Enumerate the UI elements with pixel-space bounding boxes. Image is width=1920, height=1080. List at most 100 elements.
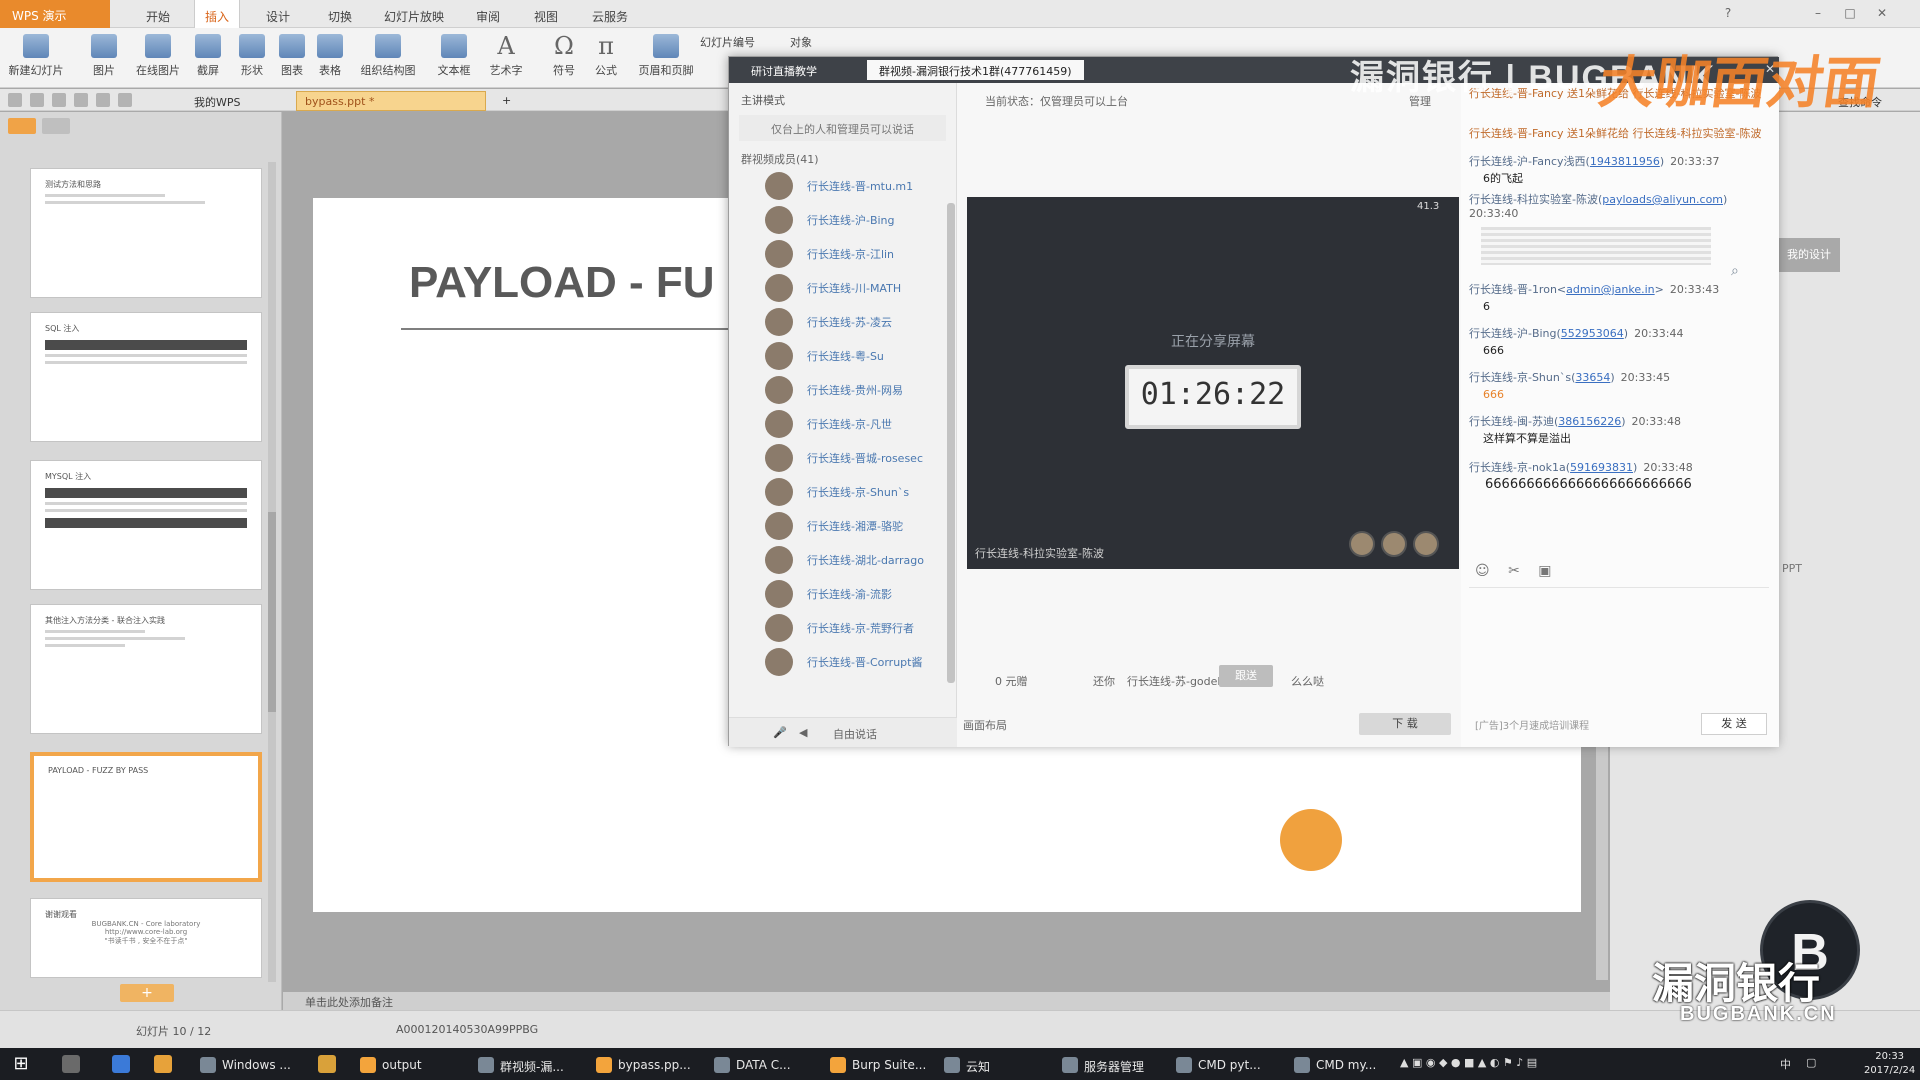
member-item[interactable]: 行长连线-晋-mtu.m1 bbox=[729, 169, 956, 203]
tab-review[interactable]: 审阅 bbox=[466, 0, 510, 28]
tab-insert[interactable]: 插入 bbox=[194, 0, 241, 28]
slide-thumb-3[interactable]: MYSQL 注入 bbox=[30, 460, 262, 590]
member-item[interactable]: 行长连线-京-荒野行者 bbox=[729, 611, 956, 645]
taskbar-item[interactable]: 群视频-漏... bbox=[474, 1052, 564, 1078]
chat-image[interactable] bbox=[1481, 227, 1711, 265]
member-item[interactable]: 行长连线-湘潭-骆驼 bbox=[729, 509, 956, 543]
tab-design[interactable]: 设计 bbox=[256, 0, 300, 28]
table-button[interactable]: 表格 bbox=[300, 32, 360, 84]
emoji-icon[interactable]: ☺ bbox=[1475, 563, 1490, 579]
member-item[interactable]: 行长连线-渝-流影 bbox=[729, 577, 956, 611]
taskbar-item[interactable]: output bbox=[356, 1052, 422, 1078]
slide-thumb-4[interactable]: 其他注入方法分类 - 联合注入实践 bbox=[30, 604, 262, 734]
task-view-icon[interactable] bbox=[62, 1055, 80, 1073]
taskbar-item[interactable]: 云知 bbox=[940, 1052, 990, 1078]
formula-button[interactable]: π 公式 bbox=[576, 32, 636, 84]
member-item[interactable]: 行长连线-苏-凌云 bbox=[729, 305, 956, 339]
save-icon[interactable] bbox=[8, 93, 22, 107]
slide-thumb-1[interactable]: 1 测试方法和思路 bbox=[30, 168, 262, 298]
avatar[interactable] bbox=[1413, 531, 1439, 557]
notification-icon[interactable]: ▢ bbox=[1806, 1056, 1816, 1069]
layout-dropdown[interactable]: 画面布局 bbox=[963, 717, 1007, 733]
doc-tab-bypass[interactable]: bypass.ppt * bbox=[296, 91, 486, 111]
windows-start-icon[interactable]: ⊞ bbox=[10, 1054, 32, 1076]
screen-share-video[interactable]: 41.3 正在分享屏幕 01:26:22 行长连线-科拉实验室-陈波 bbox=[967, 197, 1459, 569]
my-design-button[interactable]: 我的设计 bbox=[1778, 238, 1840, 272]
zoom-icon[interactable]: ⌕ bbox=[1731, 263, 1739, 279]
thumbnail-scroll-thumb[interactable] bbox=[268, 512, 276, 712]
member-item[interactable]: 行长连线-贵州-网易 bbox=[729, 373, 956, 407]
add-slide-button[interactable]: + bbox=[120, 984, 174, 1002]
undo-icon[interactable] bbox=[96, 93, 110, 107]
new-tab-icon[interactable]: + bbox=[494, 91, 519, 111]
app-icon[interactable] bbox=[318, 1055, 336, 1073]
textbox-button[interactable]: 文本框 bbox=[424, 32, 484, 84]
picture-button[interactable]: 图片 bbox=[74, 32, 134, 84]
browser-icon[interactable] bbox=[154, 1055, 172, 1073]
member-item[interactable]: 行长连线-湖北-darrago bbox=[729, 543, 956, 577]
follow-send-button[interactable]: 跟送 bbox=[1219, 665, 1273, 687]
wps-app-button[interactable]: WPS 演示 bbox=[0, 0, 110, 28]
tab-cloud[interactable]: 云服务 bbox=[582, 0, 638, 28]
taskbar-item-active[interactable]: bypass.pp... bbox=[592, 1052, 691, 1078]
message-input[interactable] bbox=[1469, 587, 1769, 657]
tab-slideshow[interactable]: 幻灯片放映 bbox=[374, 0, 454, 28]
taskbar-item[interactable]: CMD my... bbox=[1290, 1052, 1376, 1078]
slide-thumb-5-selected[interactable]: PAYLOAD - FUZZ BY PASS bbox=[30, 752, 262, 882]
slide-thumb-2[interactable]: SQL 注入 bbox=[30, 312, 262, 442]
ad-text[interactable]: [广告]3个月速成培训课程 bbox=[1475, 717, 1589, 732]
download-button[interactable]: 下 载 bbox=[1359, 713, 1451, 735]
member-item[interactable]: 行长连线-晋城-rosesec bbox=[729, 441, 956, 475]
doc-tab-mywps[interactable]: 我的WPS bbox=[186, 91, 249, 111]
open-icon[interactable] bbox=[30, 93, 44, 107]
taskbar-item[interactable]: CMD pyt... bbox=[1172, 1052, 1261, 1078]
member-item[interactable]: 行长连线-沪-Bing bbox=[729, 203, 956, 237]
speaker-icon[interactable]: ◀ bbox=[799, 726, 807, 739]
maximize-icon[interactable]: □ bbox=[1842, 6, 1858, 22]
help-icon[interactable]: ? bbox=[1720, 6, 1736, 22]
print-icon[interactable] bbox=[52, 93, 66, 107]
member-item[interactable]: 行长连线-粤-Su bbox=[729, 339, 956, 373]
tab-view[interactable]: 视图 bbox=[524, 0, 568, 28]
tab-home[interactable]: 开始 bbox=[136, 0, 180, 28]
ie-icon[interactable] bbox=[112, 1055, 130, 1073]
art-text-button[interactable]: A 艺术字 bbox=[476, 32, 536, 84]
member-item[interactable]: 行长连线-京-凡世 bbox=[729, 407, 956, 441]
image-icon[interactable]: ▣ bbox=[1538, 563, 1551, 579]
new-slide-button[interactable]: 新建幻灯片 bbox=[6, 32, 66, 84]
taskbar-item[interactable]: DATA C... bbox=[710, 1052, 791, 1078]
taskbar-item[interactable]: 服务器管理 bbox=[1058, 1052, 1144, 1078]
mode-dropdown[interactable]: 主讲模式 bbox=[729, 83, 956, 113]
notes-field[interactable]: 单击此处添加备注 bbox=[283, 992, 1610, 1010]
gift-count[interactable]: 0 元赠 bbox=[995, 673, 1028, 689]
member-list-scrollbar[interactable] bbox=[947, 203, 955, 683]
helper-select[interactable]: 么么哒 bbox=[1291, 673, 1324, 689]
preview-icon[interactable] bbox=[74, 93, 88, 107]
org-chart-button[interactable]: 组织结构图 bbox=[358, 32, 418, 84]
taskbar-item[interactable]: Windows ... bbox=[196, 1052, 291, 1078]
canvas-scrollbar[interactable] bbox=[1596, 740, 1608, 980]
input-method-icon[interactable]: 中 bbox=[1780, 1056, 1791, 1072]
header-footer-button[interactable]: 页眉和页脚 bbox=[636, 32, 696, 84]
member-item[interactable]: 行长连线-京-Shun`s bbox=[729, 475, 956, 509]
tab-live-teaching[interactable]: 研讨直播教学 bbox=[739, 60, 829, 80]
tab-outline[interactable] bbox=[42, 118, 70, 134]
send-button[interactable]: 发 送 bbox=[1701, 713, 1767, 735]
tab-slides[interactable] bbox=[8, 118, 36, 134]
system-tray-icons[interactable]: ▲ ▣ ◉ ◆ ● ■ ▲ ◐ ⚑ ♪ ▤ bbox=[1400, 1056, 1537, 1069]
close-icon[interactable]: ✕ bbox=[1874, 6, 1890, 22]
member-item[interactable]: 行长连线-晋-Corrupt酱 bbox=[729, 645, 956, 679]
tab-group-video[interactable]: 群视频-漏洞银行技术1群(477761459) bbox=[867, 60, 1084, 80]
slide-thumb-6[interactable]: 谢谢观看 BUGBANK.CN - Core laboratory http:/… bbox=[30, 898, 262, 978]
free-talk-toggle[interactable]: 自由说话 bbox=[833, 726, 877, 742]
scissors-icon[interactable]: ✂ bbox=[1508, 563, 1520, 579]
avatar[interactable] bbox=[1381, 531, 1407, 557]
avatar[interactable] bbox=[1349, 531, 1375, 557]
system-clock[interactable]: 20:33 2017/2/24 bbox=[1864, 1050, 1915, 1078]
minimize-icon[interactable]: – bbox=[1810, 6, 1826, 22]
member-item[interactable]: 行长连线-京-江lin bbox=[729, 237, 956, 271]
taskbar-item[interactable]: Burp Suite... bbox=[826, 1052, 926, 1078]
member-item[interactable]: 行长连线-川-MATH bbox=[729, 271, 956, 305]
redo-icon[interactable] bbox=[118, 93, 132, 107]
microphone-icon[interactable]: 🎤 bbox=[773, 726, 787, 739]
